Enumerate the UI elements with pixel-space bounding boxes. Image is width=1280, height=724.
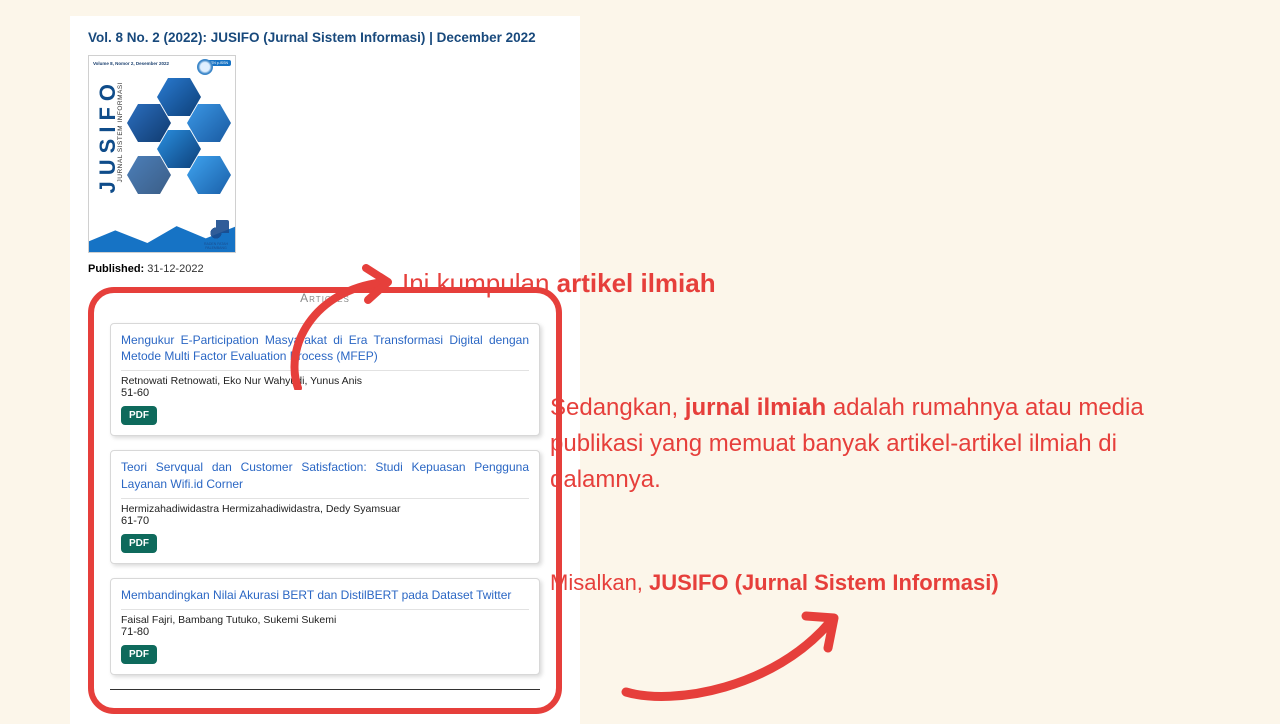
article-pages: 61-70 bbox=[121, 515, 529, 527]
journal-panel: Vol. 8 No. 2 (2022): JUSIFO (Jurnal Sist… bbox=[70, 16, 580, 724]
annotation-text: Ini kumpulan bbox=[402, 268, 557, 298]
article-card: Mengukur E-Participation Masyarakat di E… bbox=[110, 323, 540, 436]
cover-publisher-name: RADEN FATAH PALEMBANG bbox=[201, 242, 231, 250]
annotation-bold: jurnal ilmiah bbox=[685, 394, 826, 421]
article-card: Teori Servqual dan Customer Satisfaction… bbox=[110, 450, 540, 563]
published-label: Published: bbox=[88, 263, 144, 275]
divider bbox=[110, 689, 540, 690]
article-authors: Retnowati Retnowati, Eko Nur Wahyudi, Yu… bbox=[121, 370, 529, 387]
published-date: 31-12-2022 bbox=[147, 263, 203, 275]
annotation-text: Sedangkan, bbox=[550, 394, 685, 421]
cover-brand-sub: JURNAL SISTEM INFORMASI bbox=[117, 82, 124, 182]
article-title-link[interactable]: Membandingkan Nilai Akurasi BERT dan Dis… bbox=[121, 587, 529, 603]
journal-cover[interactable]: Volume 8, Nomor 2, Desember 2022 e-ISSN … bbox=[88, 55, 236, 253]
cover-volume: Volume 8, Nomor 2, Desember 2022 bbox=[93, 61, 169, 66]
article-title-link[interactable]: Teori Servqual dan Customer Satisfaction… bbox=[121, 459, 529, 491]
cover-hex-art bbox=[121, 74, 236, 224]
article-authors: Faisal Fajri, Bambang Tutuko, Sukemi Suk… bbox=[121, 609, 529, 626]
annotation-bold: JUSIFO (Jurnal Sistem Informasi) bbox=[649, 570, 999, 595]
annotation-text: Misalkan, bbox=[550, 570, 649, 595]
pdf-button[interactable]: PDF bbox=[121, 645, 157, 664]
article-pages: 51-60 bbox=[121, 387, 529, 399]
arrow-icon bbox=[614, 596, 854, 706]
article-pages: 71-80 bbox=[121, 626, 529, 638]
cover-seal-icon bbox=[197, 59, 213, 75]
articles-highlight-box: Mengukur E-Participation Masyarakat di E… bbox=[88, 287, 562, 714]
annotation-bold: artikel ilmiah bbox=[557, 268, 716, 298]
article-card: Membandingkan Nilai Akurasi BERT dan Dis… bbox=[110, 578, 540, 675]
article-authors: Hermizahadiwidastra Hermizahadiwidastra,… bbox=[121, 498, 529, 515]
issue-title[interactable]: Vol. 8 No. 2 (2022): JUSIFO (Jurnal Sist… bbox=[88, 30, 562, 45]
annotation-articles-label: Ini kumpulan artikel ilmiah bbox=[402, 268, 716, 299]
article-title-link[interactable]: Mengukur E-Participation Masyarakat di E… bbox=[121, 332, 529, 364]
pdf-button[interactable]: PDF bbox=[121, 406, 157, 425]
annotation-journal-paragraph: Sedangkan, jurnal ilmiah adalah rumahnya… bbox=[550, 390, 1170, 498]
pdf-button[interactable]: PDF bbox=[121, 534, 157, 553]
annotation-example: Misalkan, JUSIFO (Jurnal Sistem Informas… bbox=[550, 570, 999, 596]
